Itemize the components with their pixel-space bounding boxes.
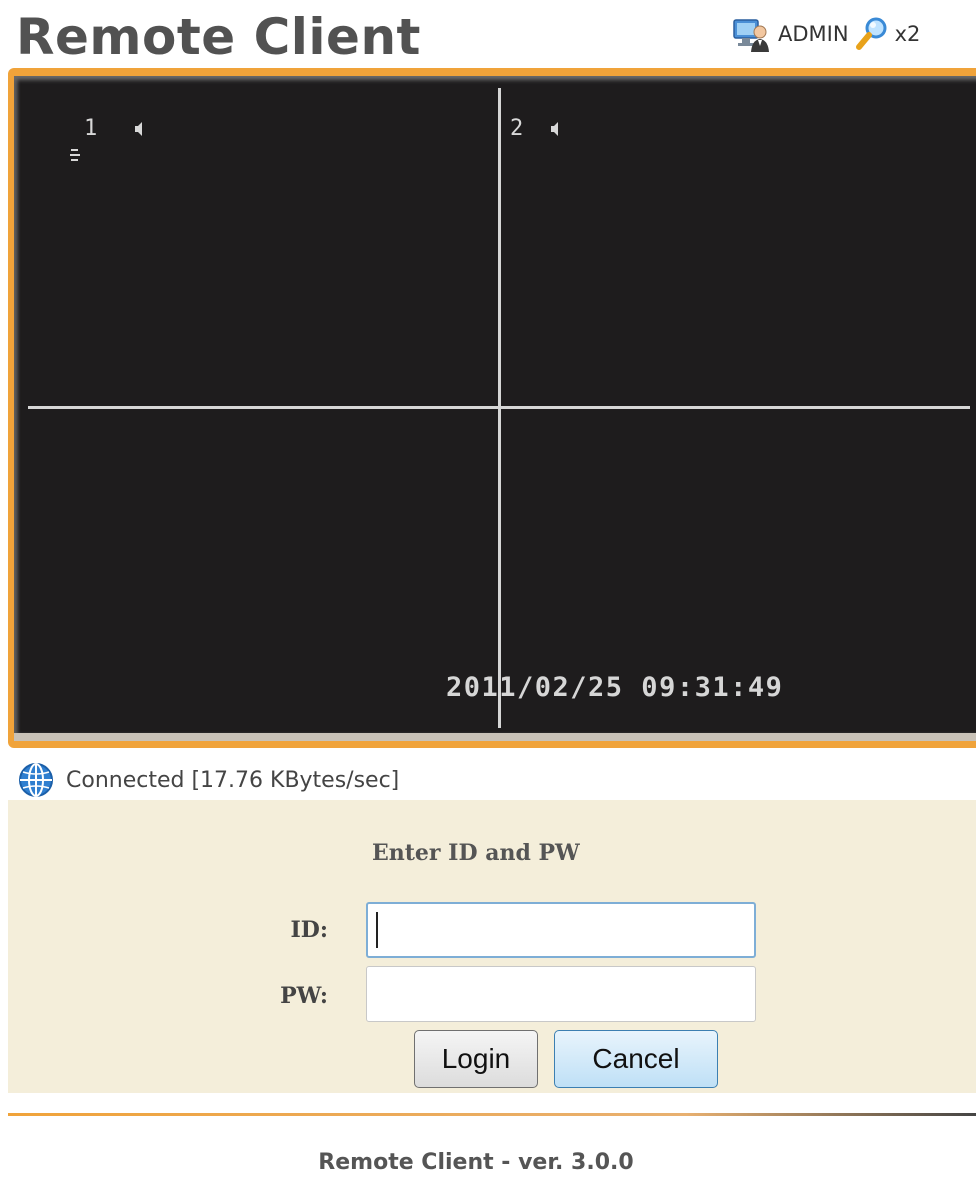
text-caret xyxy=(376,912,378,948)
zoom-level[interactable]: x2 xyxy=(895,22,921,46)
audio-wave-icon xyxy=(70,149,80,161)
camera-1-channel[interactable]: 1 xyxy=(70,116,166,168)
footer-divider xyxy=(8,1113,976,1116)
remote-client-page: Remote Client ADMIN x2 1 2 2011/02/25 09… xyxy=(0,0,976,1178)
pw-label: PW: xyxy=(280,983,328,1009)
globe-icon xyxy=(19,763,53,797)
magnifier-icon[interactable] xyxy=(855,16,889,52)
viewer-horizontal-divider xyxy=(28,406,970,409)
connection-status: Connected [17.76 KBytes/sec] xyxy=(18,760,399,800)
id-input[interactable] xyxy=(366,902,756,958)
viewer-bottom-edge xyxy=(14,733,976,741)
user-label: ADMIN xyxy=(778,22,849,46)
login-title: Enter ID and PW xyxy=(372,840,580,866)
footer-version: Remote Client - ver. 3.0.0 xyxy=(318,1150,634,1175)
login-button[interactable]: Login xyxy=(414,1030,538,1088)
header-user-area: ADMIN x2 xyxy=(732,14,920,54)
cancel-button[interactable]: Cancel xyxy=(554,1030,718,1088)
camera-2-label: 2 xyxy=(510,116,524,141)
app-title: Remote Client xyxy=(16,8,421,66)
speaker-icon xyxy=(550,122,558,136)
video-timestamp: 2011/02/25 09:31:49 xyxy=(446,672,784,703)
user-admin-icon[interactable] xyxy=(732,14,772,54)
camera-2-channel[interactable]: 2 xyxy=(510,116,561,142)
speaker-icon xyxy=(134,122,142,136)
connection-status-text: Connected [17.76 KBytes/sec] xyxy=(66,767,400,793)
pw-input[interactable] xyxy=(366,966,756,1022)
id-label: ID: xyxy=(290,917,329,943)
video-viewer[interactable] xyxy=(14,76,976,734)
camera-1-label: 1 xyxy=(84,116,98,141)
